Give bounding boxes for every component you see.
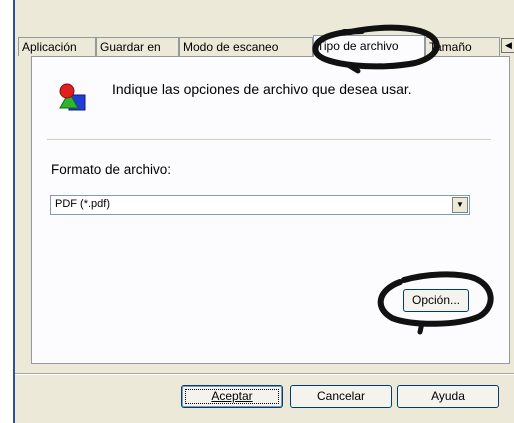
tab-strip: Aplicación Guardar en Modo de escaneo Ti… xyxy=(18,35,514,57)
tab-tamano[interactable]: Tamaño xyxy=(425,37,500,56)
footer-separator xyxy=(15,373,514,375)
help-button[interactable]: Ayuda xyxy=(397,385,499,408)
tab-tipo-de-archivo[interactable]: Tipo de archivo xyxy=(313,35,425,57)
tab-aplicacion[interactable]: Aplicación xyxy=(18,37,96,56)
format-label: Formato de archivo: xyxy=(51,162,172,177)
format-select[interactable]: PDF (*.pdf) ▼ xyxy=(50,195,470,215)
content-separator xyxy=(47,139,491,141)
tab-guardar-en[interactable]: Guardar en xyxy=(96,37,179,56)
file-type-shapes-icon xyxy=(57,82,87,112)
tab-scroll-left-button[interactable]: ◀ xyxy=(501,38,514,53)
format-select-value: PDF (*.pdf) xyxy=(55,198,111,210)
tab-scroll-arrows: ◀ ▶ xyxy=(500,38,514,53)
chevron-down-icon[interactable]: ▼ xyxy=(452,197,468,213)
accept-button[interactable]: Aceptar xyxy=(181,385,283,408)
option-button[interactable]: Opción... xyxy=(403,289,469,312)
cancel-button[interactable]: Cancelar xyxy=(290,385,392,408)
tab-modo-de-escaneo[interactable]: Modo de escaneo xyxy=(179,37,313,56)
header-description: Indique las opciones de archivo que dese… xyxy=(112,81,412,97)
focus-ring xyxy=(185,389,279,404)
